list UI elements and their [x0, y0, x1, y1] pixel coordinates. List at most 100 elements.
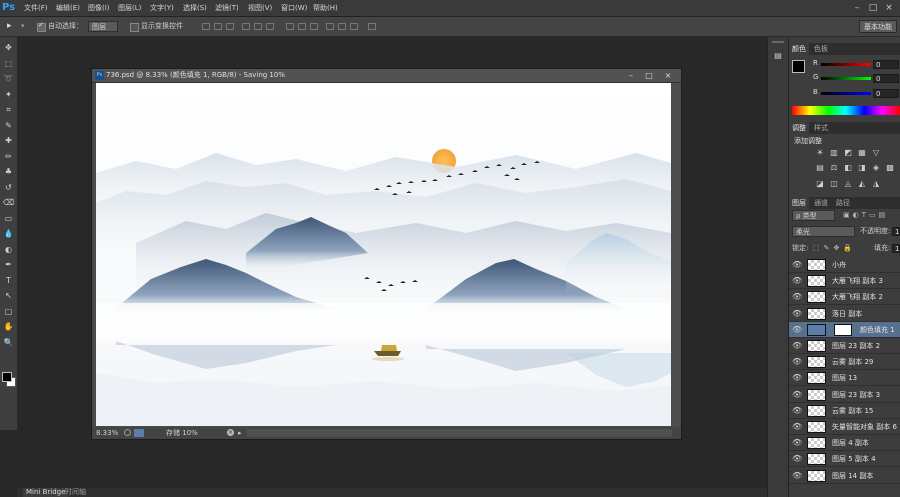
toolbar-foreground-swatch[interactable]: [2, 372, 12, 382]
photo-filter-icon[interactable]: ◨: [858, 164, 866, 172]
layer-row[interactable]: 👁 颜色填充 1: [789, 321, 900, 338]
distribute-hcenter-icon[interactable]: [338, 23, 346, 30]
channel-b-slider[interactable]: [821, 92, 871, 95]
layer-row[interactable]: 👁 大雁飞翔 副本 3: [789, 273, 900, 290]
doc-restore-icon[interactable]: □: [641, 69, 657, 82]
opacity-value[interactable]: 10: [892, 227, 900, 236]
visibility-eye-icon[interactable]: 👁: [792, 341, 802, 351]
gradient-icon[interactable]: ▭: [2, 212, 15, 225]
visibility-eye-icon[interactable]: 👁: [792, 438, 802, 448]
layer-row[interactable]: 👁 图层 5 副本 4: [789, 451, 900, 468]
menu-file[interactable]: 文件(F): [24, 0, 48, 16]
marquee-icon[interactable]: ⬚: [2, 57, 15, 70]
vibrance-icon[interactable]: ▽: [872, 149, 880, 157]
restore-icon[interactable]: □: [867, 2, 879, 14]
layer-row[interactable]: 👁 图层 14 副本: [789, 468, 900, 484]
layer-row[interactable]: 👁 图层 23 副本 2: [789, 338, 900, 354]
layer-row[interactable]: 👁 云雾 副本 15: [789, 403, 900, 419]
visibility-eye-icon[interactable]: 👁: [792, 422, 802, 432]
layer-row[interactable]: 👁 大雁飞翔 副本 2: [789, 289, 900, 306]
visibility-eye-icon[interactable]: 👁: [792, 325, 802, 335]
distribute-top-icon[interactable]: [286, 23, 294, 30]
close-icon[interactable]: ×: [883, 2, 895, 14]
info-icon[interactable]: [124, 429, 131, 436]
strip-grip[interactable]: [772, 41, 784, 43]
tab-styles[interactable]: 样式: [811, 122, 831, 134]
brightness-icon[interactable]: ☀: [816, 149, 824, 157]
tab-channels[interactable]: 通道: [811, 197, 831, 209]
tab-layers[interactable]: 图层: [789, 197, 809, 209]
channel-g-slider[interactable]: [821, 77, 871, 80]
layer-row[interactable]: 👁 云雾 副本 29: [789, 354, 900, 371]
layer-row[interactable]: 👁 图层 23 副本 3: [789, 387, 900, 403]
horizontal-scrollbar[interactable]: [247, 429, 672, 437]
pen-icon[interactable]: ✒: [2, 258, 15, 271]
levels-icon[interactable]: ▥: [830, 149, 838, 157]
align-bottom-icon[interactable]: [226, 23, 234, 30]
fill-value[interactable]: 10: [892, 244, 900, 253]
visibility-eye-icon[interactable]: 👁: [792, 276, 802, 286]
channel-mixer-icon[interactable]: ◈: [872, 164, 880, 172]
clone-stamp-icon[interactable]: ♣: [2, 165, 15, 178]
menu-edit[interactable]: 编辑(E): [56, 0, 80, 16]
selective-color-icon[interactable]: ◭: [858, 180, 866, 188]
tab-swatches[interactable]: 色板: [811, 43, 831, 55]
doc-close-icon[interactable]: ×: [660, 69, 676, 82]
visibility-eye-icon[interactable]: 👁: [792, 406, 802, 416]
auto-select-dropdown[interactable]: 图层: [88, 21, 118, 32]
align-vcenter-icon[interactable]: [214, 23, 222, 30]
menu-type[interactable]: 文字(Y): [150, 0, 174, 16]
color-spectrum-ramp[interactable]: [792, 106, 900, 115]
hue-saturation-icon[interactable]: ▤: [816, 164, 824, 172]
layer-row[interactable]: 👁 落日 副本: [789, 306, 900, 322]
menu-layer[interactable]: 图层(L): [118, 0, 141, 16]
quick-select-icon[interactable]: ✦: [2, 88, 15, 101]
distribute-bottom-icon[interactable]: [310, 23, 318, 30]
visibility-eye-icon[interactable]: 👁: [792, 309, 802, 319]
layer-mask-thumbnail[interactable]: [834, 323, 852, 336]
tab-timeline[interactable]: 时间轴: [65, 488, 86, 497]
brush-icon[interactable]: ✏: [2, 150, 15, 163]
zoom-level[interactable]: 8.33%: [96, 427, 118, 439]
doc-minimize-icon[interactable]: –: [623, 69, 639, 82]
path-select-icon[interactable]: ↖: [2, 289, 15, 302]
move-icon[interactable]: ✥: [2, 41, 15, 54]
posterize-icon[interactable]: ◫: [830, 180, 838, 188]
canvas[interactable]: [96, 83, 671, 426]
blur-icon[interactable]: 💧: [2, 227, 15, 240]
tab-color[interactable]: 颜色: [789, 43, 809, 55]
layer-filter-icons[interactable]: ▣◐T▭▤: [843, 211, 898, 220]
align-top-icon[interactable]: [202, 23, 210, 30]
color-balance-icon[interactable]: ⚖: [830, 164, 838, 172]
document-title-bar[interactable]: Ps 736.psd @ 8.33% (颜色填充 1, RGB/8) - Sav…: [92, 69, 681, 83]
menu-select[interactable]: 选择(S): [183, 0, 207, 16]
workspace-button[interactable]: 基本功能: [859, 20, 897, 33]
color-lookup-icon[interactable]: ▩: [886, 164, 894, 172]
crop-icon[interactable]: ⌗: [2, 103, 15, 116]
visibility-eye-icon[interactable]: 👁: [792, 357, 802, 367]
move-tool-icon[interactable]: ▸: [7, 17, 12, 36]
tool-preset-chevron-icon[interactable]: ▾: [21, 17, 25, 36]
curves-icon[interactable]: ◩: [844, 149, 852, 157]
minimize-icon[interactable]: –: [851, 2, 863, 14]
layer-row[interactable]: 👁 图层 13: [789, 370, 900, 387]
visibility-eye-icon[interactable]: 👁: [792, 454, 802, 464]
lock-icons[interactable]: ⬚✎✥🔒: [813, 243, 856, 254]
healing-brush-icon[interactable]: ✚: [2, 134, 15, 147]
visibility-eye-icon[interactable]: 👁: [792, 292, 802, 302]
align-hcenter-icon[interactable]: [254, 23, 262, 30]
eyedropper-icon[interactable]: ✎: [2, 119, 15, 132]
eraser-icon[interactable]: ⌫: [2, 196, 15, 209]
distribute-vcenter-icon[interactable]: [298, 23, 306, 30]
menu-help[interactable]: 帮助(H): [313, 0, 338, 16]
zoom-icon[interactable]: 🔍: [2, 336, 15, 349]
cancel-save-icon[interactable]: ×: [227, 429, 234, 436]
channel-g-value[interactable]: 0: [873, 74, 899, 83]
black-white-icon[interactable]: ◧: [844, 164, 852, 172]
tab-paths[interactable]: 路径: [833, 197, 853, 209]
distribute-left-icon[interactable]: [326, 23, 334, 30]
menu-image[interactable]: 图像(I): [88, 0, 110, 16]
visibility-eye-icon[interactable]: 👁: [792, 390, 802, 400]
type-icon[interactable]: T: [2, 274, 15, 287]
visibility-eye-icon[interactable]: 👁: [792, 260, 802, 270]
